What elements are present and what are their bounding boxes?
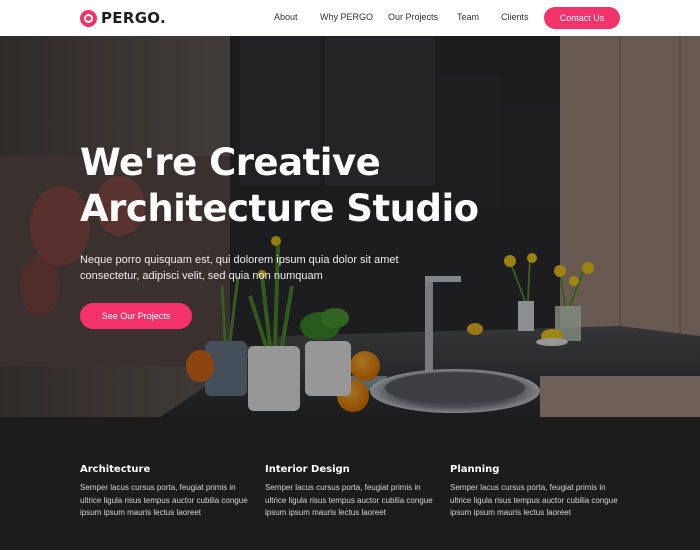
contact-us-button[interactable]: Contact Us bbox=[544, 7, 620, 29]
nav-link-why-pergo[interactable]: Why PERGO bbox=[320, 12, 373, 22]
hero-title-line-2: Architecture Studio bbox=[80, 187, 479, 230]
feature-text: Semper lacus cursus porta, feugiat primi… bbox=[265, 483, 433, 517]
feature-title: Interior Design bbox=[265, 464, 350, 475]
features-section: Architecture Semper lacus cursus porta, … bbox=[0, 417, 700, 550]
feature-architecture: Architecture Semper lacus cursus porta, … bbox=[80, 464, 255, 520]
top-navbar: PERGO. About Why PERGO Our Projects Team… bbox=[0, 0, 700, 36]
nav-link-team[interactable]: Team bbox=[457, 12, 479, 22]
hero-title-line-1: We're Creative bbox=[80, 141, 381, 184]
feature-text: Semper lacus cursus porta, feugiat primi… bbox=[80, 483, 248, 517]
feature-text: Semper lacus cursus porta, feugiat primi… bbox=[450, 483, 618, 517]
nav-link-clients[interactable]: Clients bbox=[501, 12, 529, 22]
feature-interior-design: Interior Design Semper lacus cursus port… bbox=[265, 464, 440, 520]
nav-link-about[interactable]: About bbox=[274, 12, 298, 22]
hero-title: We're Creative Architecture Studio bbox=[80, 140, 560, 232]
nav-link-our-projects[interactable]: Our Projects bbox=[388, 12, 438, 22]
hero-subtitle: Neque porro quisquam est, qui dolorem ip… bbox=[80, 254, 399, 282]
see-our-projects-button[interactable]: See Our Projects bbox=[80, 303, 192, 329]
hero-section: We're Creative Architecture Studio Neque… bbox=[0, 36, 700, 417]
feature-title: Planning bbox=[450, 464, 500, 475]
feature-title: Architecture bbox=[80, 464, 151, 475]
feature-planning: Planning Semper lacus cursus porta, feug… bbox=[450, 464, 625, 520]
